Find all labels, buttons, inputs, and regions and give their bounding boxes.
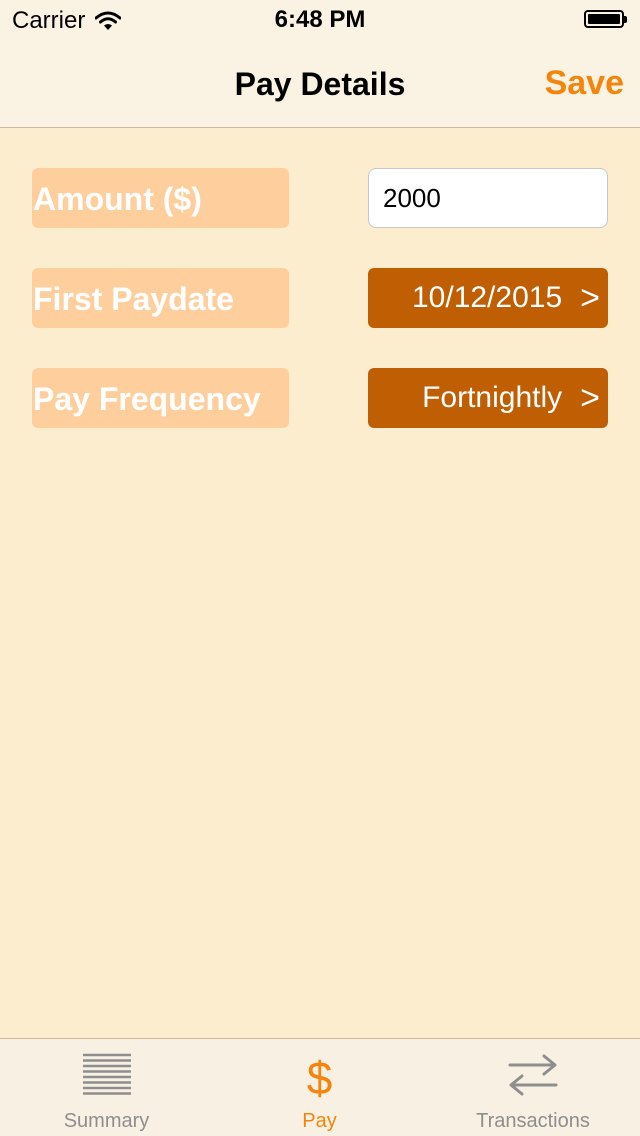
tab-bar: Summary $ Pay Transactions <box>0 1038 640 1136</box>
dollar-icon: $ <box>306 1052 333 1104</box>
pay-frequency-row: Pay Frequency Fortnightly > <box>32 368 608 428</box>
amount-row: Amount ($) <box>32 168 608 228</box>
first-paydate-value: 10/12/2015 <box>411 281 563 314</box>
pay-frequency-label: Pay Frequency <box>32 368 289 428</box>
tab-transactions[interactable]: Transactions <box>426 1039 640 1136</box>
amount-label: Amount ($) <box>32 168 289 228</box>
status-bar: Carrier 6:48 PM <box>0 0 640 40</box>
battery-icon <box>584 10 628 28</box>
status-time: 6:48 PM <box>274 6 366 33</box>
first-paydate-picker-button[interactable]: 10/12/2015 > <box>368 268 608 328</box>
tab-pay-label: Pay <box>302 1110 337 1132</box>
chevron-right-icon: > <box>580 278 600 317</box>
tab-summary[interactable]: Summary <box>0 1039 213 1136</box>
first-paydate-row: First Paydate 10/12/2015 > <box>32 268 608 328</box>
navigation-bar: Carrier 6:48 PM Pay Details Save <box>0 0 640 128</box>
pay-frequency-value: Fortnightly <box>422 381 563 414</box>
tab-summary-label: Summary <box>63 1110 150 1132</box>
tab-pay[interactable]: $ Pay <box>213 1039 426 1136</box>
pay-frequency-picker-button[interactable]: Fortnightly > <box>368 368 608 428</box>
first-paydate-label: First Paydate <box>32 268 289 328</box>
chevron-right-icon: > <box>580 378 600 417</box>
list-icon <box>82 1053 131 1095</box>
save-button[interactable]: Save <box>545 64 624 103</box>
tab-transactions-label: Transactions <box>476 1110 590 1132</box>
transfer-arrows-icon <box>508 1054 558 1096</box>
amount-input[interactable] <box>368 168 608 228</box>
